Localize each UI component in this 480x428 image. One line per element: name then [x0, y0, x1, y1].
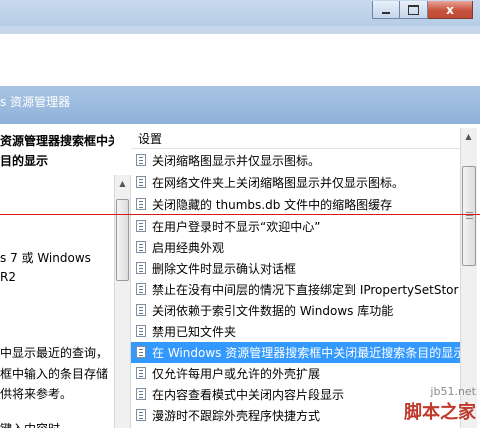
scroll-grip-icon: [466, 215, 473, 216]
settings-row-label: 关闭依赖于索引文件数据的 Windows 库功能: [152, 304, 394, 318]
description-scroll-thumb[interactable]: [116, 199, 129, 281]
settings-row-label: 删除文件时显示确认对话框: [152, 262, 297, 276]
policy-setting-icon: [136, 388, 146, 400]
settings-row-label: 禁用已知文件夹: [152, 325, 237, 339]
annotation-line: [0, 214, 480, 215]
settings-row[interactable]: 禁止在没有中间层的情况下直接绑定到 IPropertySetStor: [131, 279, 460, 300]
settings-row-label: 仅允许每用户或允许的外壳扩展: [152, 367, 321, 381]
settings-row-label: 在网络文件夹上关闭缩略图显示并仅显示图标。: [152, 176, 405, 190]
settings-row[interactable]: 在网络文件夹上关闭缩略图显示并仅显示图标。: [131, 172, 460, 193]
policy-setting-icon: [136, 220, 146, 232]
policy-setting-icon: [136, 241, 146, 253]
close-icon: x: [446, 2, 454, 17]
settings-row-label: 漫游时不跟踪外壳程序快捷方式: [152, 409, 321, 423]
settings-scroll-thumb[interactable]: [462, 166, 476, 266]
policy-setting-icon: [136, 283, 146, 295]
settings-row-label: 启用经典外观: [152, 241, 225, 255]
window-chrome: [0, 26, 480, 34]
settings-scrollbar[interactable]: ▲: [460, 128, 477, 428]
caption-buttons: x: [372, 1, 473, 19]
description-heading-line2: 目的显示: [0, 154, 49, 168]
settings-row[interactable]: 删除文件时显示确认对话框: [131, 258, 460, 279]
policy-setting-icon: [136, 154, 146, 166]
description-line3: 供将来参考。: [0, 387, 73, 401]
scroll-up-arrow-icon[interactable]: ▲: [115, 175, 130, 191]
policy-setting-icon: [136, 198, 146, 210]
policy-setting-icon: [136, 325, 146, 337]
minimize-button[interactable]: [372, 1, 400, 19]
settings-row[interactable]: 在用户登录时不显示“欢迎中心”: [131, 216, 460, 237]
scroll-grip-icon: [466, 218, 473, 219]
banner-title: s 资源管理器: [0, 95, 71, 109]
settings-row[interactable]: 禁用已知文件夹: [131, 321, 460, 342]
settings-row[interactable]: 关闭缩略图显示并仅显示图标。: [131, 150, 460, 171]
close-button[interactable]: x: [428, 1, 473, 19]
settings-column-header[interactable]: 设置: [131, 128, 463, 149]
requirements-line2: R2: [0, 270, 16, 284]
settings-row-label: 在内容查看模式中关闭内容片段显示: [152, 388, 345, 402]
description-line4: 键入内容时: [0, 420, 60, 428]
description-line2: 框中输入的条目存储: [0, 367, 109, 381]
settings-row-selected[interactable]: 在 Windows 资源管理器搜索框中关闭最近搜索条目的显示: [131, 342, 460, 363]
description-line1: 中显示最近的查询，: [0, 346, 109, 360]
settings-row-label: 在用户登录时不显示“欢迎中心”: [152, 220, 321, 234]
policy-setting-icon: [136, 346, 146, 358]
policy-setting-icon: [136, 304, 146, 316]
watermark-url: jb51.net: [430, 385, 476, 398]
window-titlebar: x: [0, 0, 480, 26]
settings-row-label: 禁止在没有中间层的情况下直接绑定到 IPropertySetStor: [152, 283, 459, 297]
maximize-icon: [408, 4, 419, 15]
scroll-grip-icon: [466, 212, 473, 213]
description-pane: 资源管理器搜索框中关 目的显示 s 7 或 Windows R2 中显示最近的查…: [0, 124, 114, 428]
minimize-icon: [382, 11, 390, 14]
maximize-button[interactable]: [400, 1, 428, 19]
policy-banner: s 资源管理器: [0, 86, 480, 124]
scroll-up-arrow-icon[interactable]: ▲: [461, 128, 476, 144]
toolbar-area: [0, 34, 480, 86]
policy-setting-icon: [136, 262, 146, 274]
settings-row[interactable]: 启用经典外观: [131, 237, 460, 258]
policy-setting-icon: [136, 409, 146, 421]
settings-header-label: 设置: [138, 132, 163, 146]
policy-setting-icon: [136, 367, 146, 379]
policy-setting-icon: [136, 176, 146, 188]
settings-row-label: 关闭缩略图显示并仅显示图标。: [152, 154, 321, 168]
settings-row[interactable]: 关闭隐藏的 thumbs.db 文件中的缩略图缓存: [131, 194, 460, 215]
settings-row-label: 关闭隐藏的 thumbs.db 文件中的缩略图缓存: [152, 198, 393, 212]
description-scrollbar[interactable]: ▲: [114, 175, 131, 428]
watermark-name: 脚本之家: [404, 402, 476, 423]
requirements-line1: s 7 或 Windows: [0, 251, 91, 265]
description-heading-line1: 资源管理器搜索框中关: [0, 134, 114, 148]
watermark: jb51.net 脚本之家: [404, 385, 476, 424]
settings-row-label: 在 Windows 资源管理器搜索框中关闭最近搜索条目的显示: [152, 346, 460, 360]
settings-row[interactable]: 仅允许每用户或允许的外壳扩展: [131, 363, 460, 384]
settings-row[interactable]: 关闭依赖于索引文件数据的 Windows 库功能: [131, 300, 460, 321]
